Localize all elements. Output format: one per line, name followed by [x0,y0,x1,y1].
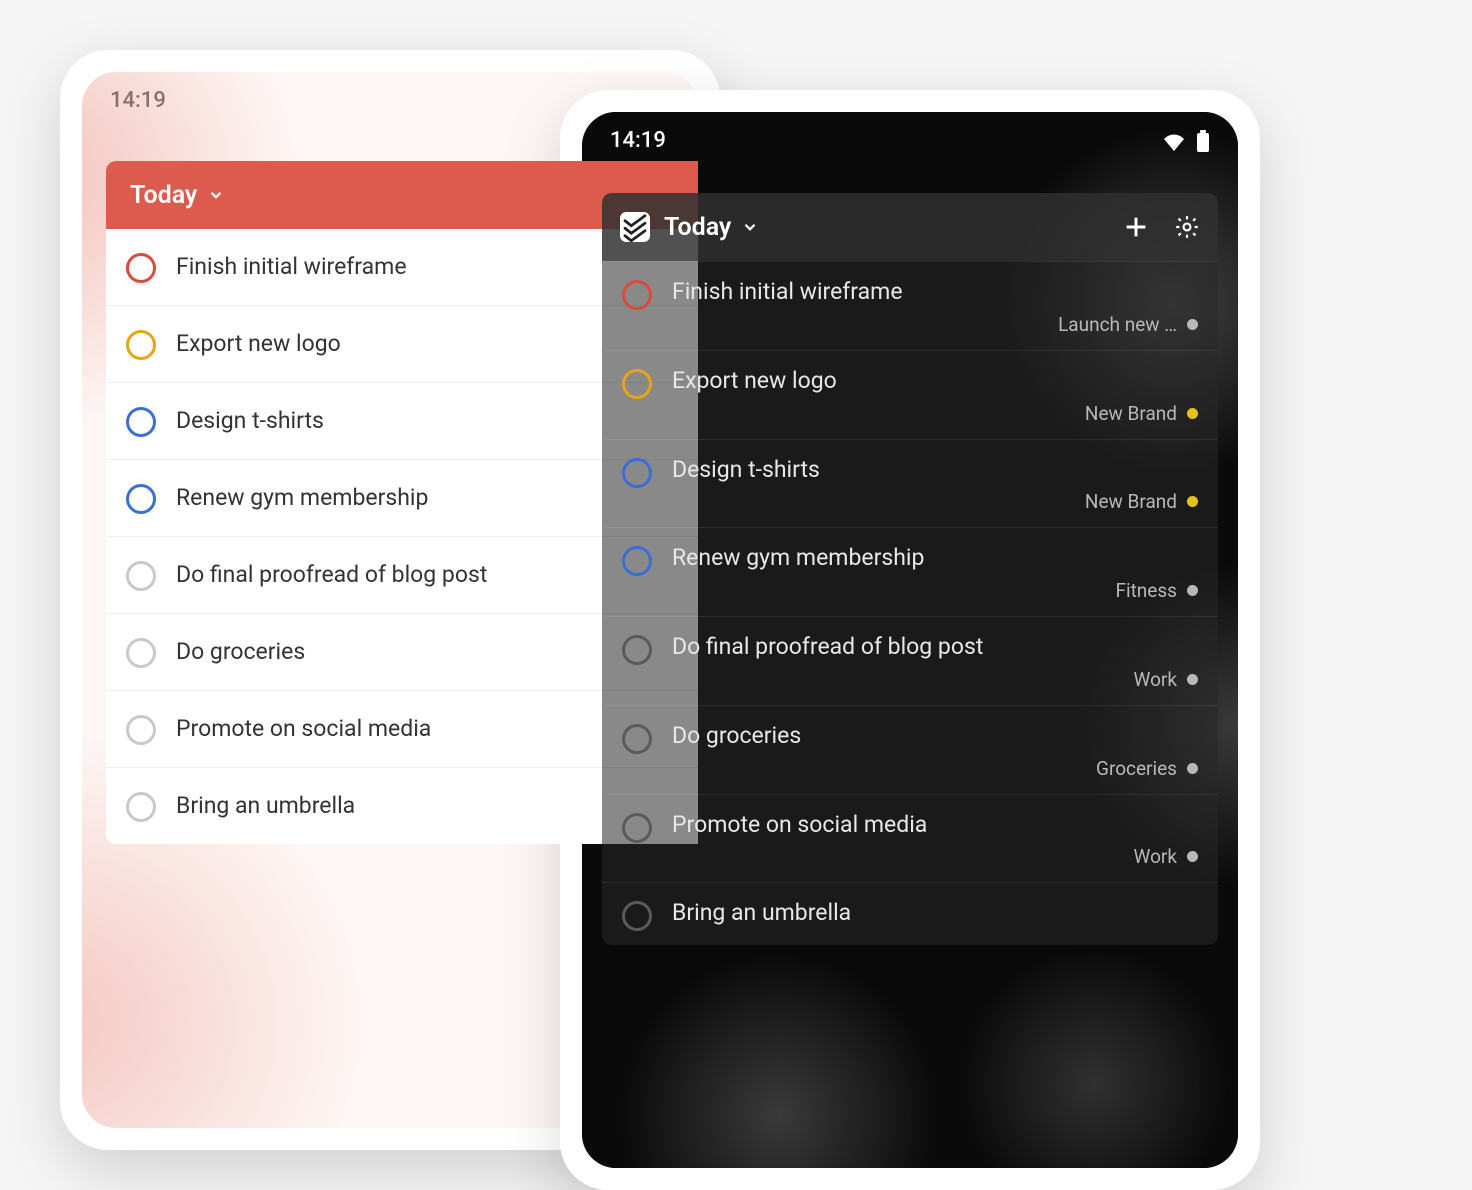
project-label: New Brand [1085,402,1177,425]
project-color-dot [1187,851,1198,862]
task-row[interactable]: Export new logo New Brand [602,350,1218,439]
task-checkbox[interactable] [126,715,156,745]
task-project-tag: Fitness [672,579,1198,602]
app-logo-icon[interactable] [620,212,650,242]
task-body: Bring an umbrella [672,899,1198,928]
task-checkbox[interactable] [126,330,156,360]
task-body: Promote on social media Work [672,811,1198,869]
task-title: Promote on social media [672,811,1198,840]
task-checkbox[interactable] [126,407,156,437]
task-project-tag: New Brand [672,490,1198,513]
project-label: Fitness [1115,579,1177,602]
task-row[interactable]: Do groceries Groceries [602,705,1218,794]
task-body: Do final proofread of blog post Work [672,633,1198,691]
project-color-dot [1187,408,1198,419]
task-project-tag: New Brand [672,402,1198,425]
project-color-dot [1187,763,1198,774]
task-checkbox[interactable] [622,280,652,310]
status-time: 14:19 [610,128,666,153]
task-body: Do groceries Groceries [672,722,1198,780]
status-time: 14:19 [110,88,166,113]
task-project-tag: Work [672,668,1198,691]
project-label: Work [1134,845,1177,868]
task-checkbox[interactable] [622,724,652,754]
status-icons [1162,130,1210,152]
widget-header: Today [602,193,1218,261]
project-label: Groceries [1096,757,1177,780]
status-bar: 14:19 [582,112,1238,163]
wifi-icon [1162,131,1186,151]
task-list: Finish initial wireframe Launch new … Expo… [602,261,1218,945]
tasks-widget: Today Finish initial wireframe Launch new… [602,193,1218,945]
view-selector[interactable]: Today [130,181,225,210]
view-title: Today [664,213,731,242]
task-checkbox[interactable] [622,635,652,665]
project-color-dot [1187,674,1198,685]
project-label: New Brand [1085,490,1177,513]
task-title: Renew gym membership [672,544,1198,573]
battery-icon [1196,130,1210,152]
task-project-tag: Launch new … [672,313,1198,336]
project-color-dot [1187,585,1198,596]
project-label: Work [1134,668,1177,691]
task-checkbox[interactable] [126,792,156,822]
task-checkbox[interactable] [622,546,652,576]
chevron-down-icon [207,186,225,204]
task-row[interactable]: Bring an umbrella [602,882,1218,945]
home-screen-dark: 14:19 Today [582,112,1238,1168]
task-row[interactable]: Renew gym membership Fitness [602,527,1218,616]
task-row[interactable]: Promote on social media Work [602,794,1218,883]
task-checkbox[interactable] [622,901,652,931]
task-project-tag: Work [672,845,1198,868]
view-title: Today [130,181,197,210]
task-checkbox[interactable] [622,458,652,488]
add-task-button[interactable] [1122,213,1150,241]
task-checkbox[interactable] [126,484,156,514]
task-row[interactable]: Do final proofread of blog post Work [602,616,1218,705]
phone-dark-mock: 14:19 Today [560,90,1260,1190]
task-title: Bring an umbrella [672,899,1198,928]
chevron-down-icon [741,218,759,236]
task-checkbox[interactable] [622,369,652,399]
task-title: Do final proofread of blog post [672,633,1198,662]
plus-icon [1122,213,1150,241]
settings-button[interactable] [1174,214,1200,240]
task-title: Finish initial wireframe [672,278,1198,307]
task-body: Export new logo New Brand [672,367,1198,425]
task-checkbox[interactable] [126,561,156,591]
task-body: Finish initial wireframe Launch new … [672,278,1198,336]
task-body: Renew gym membership Fitness [672,544,1198,602]
view-selector[interactable]: Today [664,213,759,242]
project-label: Launch new … [1058,313,1177,336]
task-title: Export new logo [672,367,1198,396]
task-row[interactable]: Design t-shirts New Brand [602,439,1218,528]
task-body: Design t-shirts New Brand [672,456,1198,514]
task-checkbox[interactable] [126,638,156,668]
task-checkbox[interactable] [622,813,652,843]
task-title: Do groceries [672,722,1198,751]
task-project-tag: Groceries [672,757,1198,780]
project-color-dot [1187,319,1198,330]
task-title: Design t-shirts [672,456,1198,485]
gear-icon [1174,214,1200,240]
task-row[interactable]: Finish initial wireframe Launch new … [602,261,1218,350]
project-color-dot [1187,496,1198,507]
task-checkbox[interactable] [126,253,156,283]
